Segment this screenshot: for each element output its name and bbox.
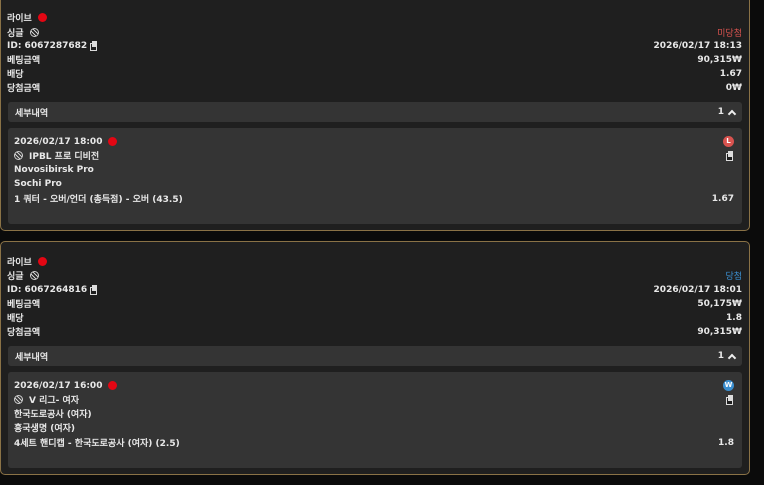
bet-payout-row: 당첨금액 0₩ [7,81,742,95]
bet-amount-row: 베팅금액 50,175₩ [7,297,742,311]
event-league-row: V 리그- 여자 [14,393,734,406]
sport-ball-icon [29,271,39,280]
live-dot-icon [37,13,47,22]
event-datetime: 2026/02/17 18:00 [14,136,103,147]
event-league-row: IPBL 프로 디비전 [14,149,734,162]
event-team2: 흥국생명 (여자) [14,424,76,434]
result-badge: W [723,380,734,391]
event-datetime-row: 2026/02/17 18:00 L [14,135,734,148]
bet-id-row: ID: 6067287682 2026/02/17 18:13 [7,39,742,52]
bet-detail-panel: 2026/02/17 16:00 W V 리그- 여자 한국도로공사 (여자) … [8,372,742,468]
bet-card: 라이브 싱글 당첨 ID: 6067264816 2026/02/17 18:0… [0,241,750,475]
detail-count: 1 [717,351,724,361]
live-dot-icon [37,257,47,266]
bet-status: 당첨 [725,272,742,282]
copy-icon[interactable] [90,41,98,51]
event-team1: 한국도로공사 (여자) [14,410,92,420]
bet-amount: 90,315₩ [697,54,742,65]
bet-datetime: 2026/02/17 18:13 [653,40,742,51]
team2-row: 흥국생명 (여자) [14,421,734,434]
volleyball-icon [14,395,23,404]
bet-odds-label: 배당 [7,314,24,324]
bet-id-row: ID: 6067264816 2026/02/17 18:01 [7,283,742,296]
bet-kind: 싱글 [7,29,24,39]
event-team2: Sochi Pro [14,178,62,189]
bet-amount-row: 베팅금액 90,315₩ [7,53,742,67]
team1-row: 한국도로공사 (여자) [14,407,734,420]
event-odds: 1.8 [718,437,734,448]
bet-type-label: 라이브 [7,258,32,268]
detail-label: 세부내역 [15,108,49,119]
basketball-icon [14,151,23,160]
bet-odds-row: 배당 1.8 [7,311,742,325]
bet-header-row: 라이브 [7,11,742,24]
bet-kind-row: 싱글 당첨 [7,269,742,282]
event-market: 1 쿼터 - 오버/언더 (총득점) - 오버 (43.5) [14,195,183,205]
bet-id: ID: 6067264816 [7,284,88,295]
bet-payout: 0₩ [725,82,742,93]
bet-payout-row: 당첨금액 90,315₩ [7,325,742,339]
bet-amount: 50,175₩ [697,298,742,309]
market-row: 1 쿼터 - 오버/언더 (총득점) - 오버 (43.5) 1.67 [14,192,734,206]
bet-kind-row: 싱글 미당첨 [7,26,742,39]
event-league: V 리그- 여자 [29,396,80,406]
live-dot-icon [108,381,118,390]
bet-payout-label: 당첨금액 [7,328,41,338]
bet-amount-label: 베팅금액 [7,56,41,66]
bet-header-row: 라이브 [7,255,742,268]
detail-toggle[interactable]: 세부내역 1 [8,346,742,366]
detail-toggle[interactable]: 세부내역 1 [8,102,742,122]
bet-odds: 1.67 [719,68,742,79]
chevron-up-icon [727,353,737,362]
event-datetime: 2026/02/17 16:00 [14,380,103,391]
team2-row: Sochi Pro [14,177,734,190]
team1-row: Novosibirsk Pro [14,163,734,176]
bet-payout: 90,315₩ [697,326,742,337]
bet-id: ID: 6067287682 [7,40,88,51]
bet-kind: 싱글 [7,272,24,282]
result-badge: L [723,136,734,147]
bet-odds: 1.8 [726,312,742,323]
bet-payout-label: 당첨금액 [7,84,41,94]
event-datetime-row: 2026/02/17 16:00 W [14,379,734,392]
bet-odds-label: 배당 [7,70,24,80]
event-league: IPBL 프로 디비전 [29,152,100,162]
live-dot-icon [108,137,118,146]
copy-icon[interactable] [90,285,98,295]
market-row: 4세트 핸디캡 - 한국도로공사 (여자) (2.5) 1.8 [14,436,734,450]
bet-odds-row: 배당 1.67 [7,67,742,81]
bet-card: 라이브 싱글 미당첨 ID: 6067287682 2026/02/17 18:… [0,0,750,231]
event-odds: 1.67 [711,193,734,204]
detail-label: 세부내역 [15,352,49,363]
bet-type-label: 라이브 [7,14,32,24]
bet-status: 미당첨 [717,29,742,39]
event-market: 4세트 핸디캡 - 한국도로공사 (여자) (2.5) [14,439,180,449]
detail-count: 1 [717,107,724,117]
event-team1: Novosibirsk Pro [14,164,94,175]
chevron-up-icon [727,109,737,118]
sport-ball-icon [29,28,39,37]
bet-detail-panel: 2026/02/17 18:00 L IPBL 프로 디비전 Novosibir… [8,128,742,224]
copy-icon[interactable] [726,151,734,161]
bet-datetime: 2026/02/17 18:01 [653,284,742,295]
bet-amount-label: 베팅금액 [7,300,41,310]
copy-icon[interactable] [726,395,734,405]
